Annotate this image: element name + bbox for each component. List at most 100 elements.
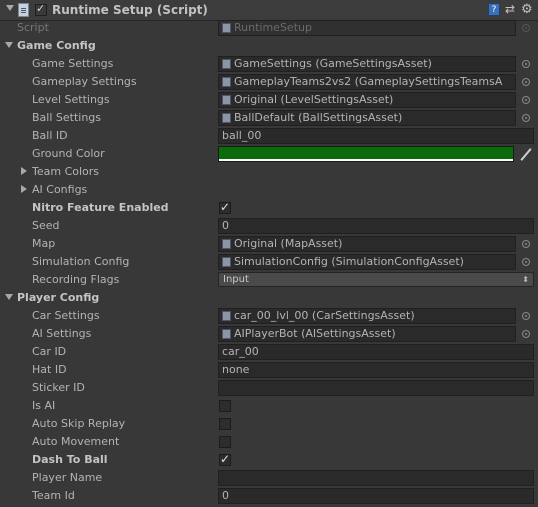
map-label: Map <box>32 237 56 250</box>
auto-movement-label: Auto Movement <box>32 435 120 448</box>
ball-settings-field[interactable]: BallDefault (BallSettingsAsset) <box>218 110 516 126</box>
is-ai-row: Is AI <box>0 397 538 415</box>
asset-icon <box>222 311 231 321</box>
ball-id-input[interactable]: ball_00 <box>218 128 534 144</box>
is-ai-label: Is AI <box>32 399 56 412</box>
script-field-value: RuntimeSetup <box>234 21 312 34</box>
car-id-input[interactable]: car_00 <box>218 344 534 360</box>
level-settings-label: Level Settings <box>32 93 110 106</box>
auto-skip-replay-checkbox[interactable] <box>219 418 231 430</box>
gameplay-settings-value: GameplayTeams2vs2 (GameplaySettingsTeams… <box>234 75 503 88</box>
alpha-bar <box>219 159 513 161</box>
object-picker-icon[interactable] <box>522 258 530 266</box>
ground-color-label: Ground Color <box>32 147 105 160</box>
object-picker-icon[interactable] <box>522 96 530 104</box>
car-id-row: Car ID car_00 <box>0 343 538 361</box>
ai-settings-row: AI Settings AIPlayerBot (AISettingsAsset… <box>0 325 538 343</box>
simulation-config-field[interactable]: SimulationConfig (SimulationConfigAsset) <box>218 254 516 270</box>
object-picker-icon[interactable] <box>522 114 530 122</box>
player-name-input[interactable] <box>218 470 534 486</box>
ai-settings-field[interactable]: AIPlayerBot (AISettingsAsset) <box>218 326 516 342</box>
auto-movement-checkbox[interactable] <box>219 436 231 448</box>
game-settings-field[interactable]: GameSettings (GameSettingsAsset) <box>218 56 516 72</box>
ai-configs-foldout[interactable]: AI Configs <box>0 181 538 199</box>
car-settings-row: Car Settings car_00_lvl_00 (CarSettingsA… <box>0 307 538 325</box>
foldout-closed-icon[interactable] <box>21 167 27 175</box>
nitro-label: Nitro Feature Enabled <box>32 201 169 214</box>
help-icon[interactable]: ? <box>488 3 500 16</box>
foldout-open-icon[interactable] <box>5 294 13 300</box>
asset-icon <box>222 95 231 105</box>
script-asset-icon <box>222 23 231 33</box>
auto-skip-replay-label: Auto Skip Replay <box>32 417 126 430</box>
ball-settings-label: Ball Settings <box>32 111 102 124</box>
simulation-config-row: Simulation Config SimulationConfig (Simu… <box>0 253 538 271</box>
ball-id-label: Ball ID <box>32 129 68 142</box>
foldout-closed-icon[interactable] <box>21 185 27 193</box>
gear-icon[interactable]: ⚙ <box>521 3 533 16</box>
team-colors-foldout[interactable]: Team Colors <box>0 163 538 181</box>
gameplay-settings-row: Gameplay Settings GameplayTeams2vs2 (Gam… <box>0 73 538 91</box>
object-picker-icon[interactable] <box>522 60 530 68</box>
hat-id-row: Hat ID none <box>0 361 538 379</box>
game-settings-value: GameSettings (GameSettingsAsset) <box>234 57 432 70</box>
asset-icon <box>222 329 231 339</box>
ball-settings-row: Ball Settings BallDefault (BallSettingsA… <box>0 109 538 127</box>
component-enabled-checkbox[interactable] <box>35 2 47 16</box>
nitro-checkbox[interactable] <box>219 200 231 214</box>
ground-color-row: Ground Color <box>0 145 538 163</box>
presets-icon[interactable]: ⇄ <box>505 3 517 16</box>
script-field[interactable]: RuntimeSetup <box>218 20 516 36</box>
ai-settings-value: AIPlayerBot (AISettingsAsset) <box>234 327 396 340</box>
game-config-foldout[interactable]: Game Config <box>0 37 538 55</box>
player-name-label: Player Name <box>32 471 103 484</box>
map-value: Original (MapAsset) <box>234 237 343 250</box>
level-settings-field[interactable]: Original (LevelSettingsAsset) <box>218 92 516 108</box>
auto-skip-replay-row: Auto Skip Replay <box>0 415 538 433</box>
foldout-open-icon[interactable] <box>5 42 13 48</box>
game-settings-row: Game Settings GameSettings (GameSettings… <box>0 55 538 73</box>
hat-id-input[interactable]: none <box>218 362 534 378</box>
nitro-row: Nitro Feature Enabled <box>0 199 538 217</box>
player-name-row: Player Name <box>0 469 538 487</box>
dash-to-ball-row: Dash To Ball <box>0 451 538 469</box>
car-settings-value: car_00_lvl_00 (CarSettingsAsset) <box>234 309 415 322</box>
team-id-row: Team Id 0 <box>0 487 538 505</box>
asset-icon <box>222 257 231 267</box>
object-picker-icon[interactable] <box>522 330 530 338</box>
recording-flags-value: Input <box>223 274 249 285</box>
ai-settings-label: AI Settings <box>32 327 92 340</box>
seed-label: Seed <box>32 219 60 232</box>
car-settings-field[interactable]: car_00_lvl_00 (CarSettingsAsset) <box>218 308 516 324</box>
recording-flags-dropdown[interactable]: Input ⬍ <box>218 272 534 287</box>
dash-to-ball-label: Dash To Ball <box>32 453 108 466</box>
gameplay-settings-label: Gameplay Settings <box>32 75 137 88</box>
ball-settings-value: BallDefault (BallSettingsAsset) <box>234 111 403 124</box>
map-field[interactable]: Original (MapAsset) <box>218 236 516 252</box>
ground-color-swatch[interactable] <box>218 146 514 162</box>
player-config-foldout[interactable]: Player Config <box>0 289 538 307</box>
team-id-label: Team Id <box>32 489 75 502</box>
sticker-id-input[interactable] <box>218 380 534 396</box>
simulation-config-value: SimulationConfig (SimulationConfigAsset) <box>234 255 464 268</box>
hat-id-label: Hat ID <box>32 363 67 376</box>
gameplay-settings-field[interactable]: GameplayTeams2vs2 (GameplaySettingsTeams… <box>218 74 516 90</box>
asset-icon <box>222 239 231 249</box>
player-config-label: Player Config <box>17 291 100 304</box>
component-foldout-arrow-icon[interactable] <box>6 5 14 11</box>
seed-input[interactable]: 0 <box>218 218 534 234</box>
game-settings-label: Game Settings <box>32 57 114 70</box>
car-id-label: Car ID <box>32 345 67 358</box>
object-picker-icon[interactable] <box>522 312 530 320</box>
dash-to-ball-checkbox[interactable] <box>219 452 231 466</box>
level-settings-row: Level Settings Original (LevelSettingsAs… <box>0 91 538 109</box>
seed-row: Seed 0 <box>0 217 538 235</box>
dropdown-arrows-icon: ⬍ <box>522 275 529 284</box>
team-id-input[interactable]: 0 <box>218 488 534 504</box>
recording-flags-row: Recording Flags Input ⬍ <box>0 271 538 289</box>
asset-icon <box>222 59 231 69</box>
object-picker-icon[interactable] <box>522 78 530 86</box>
is-ai-checkbox[interactable] <box>219 400 231 412</box>
object-picker-icon[interactable] <box>522 240 530 248</box>
eyedropper-icon[interactable] <box>519 147 533 161</box>
